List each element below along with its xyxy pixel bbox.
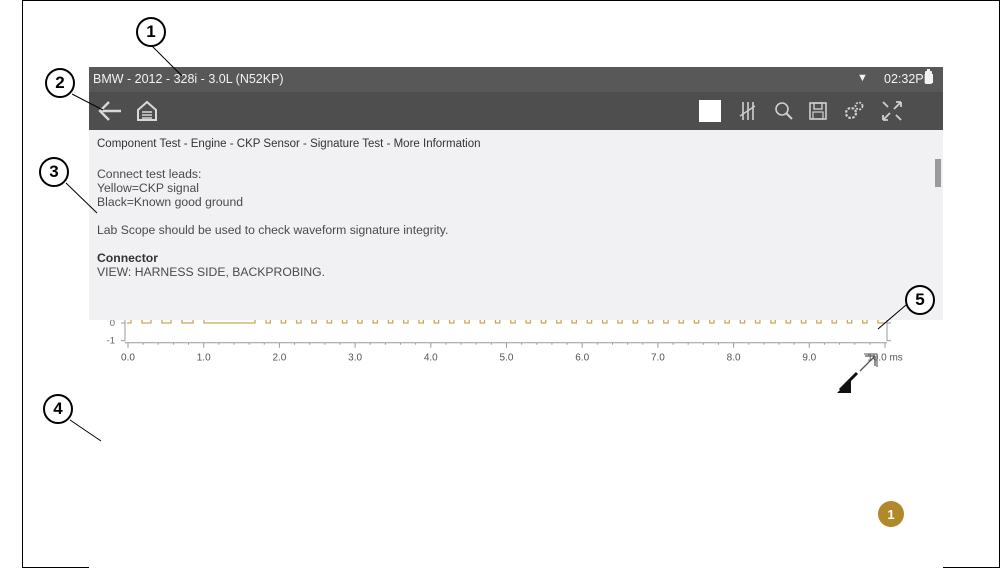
callout-1: 1 xyxy=(136,17,166,47)
vehicle-id: BMW - 2012 - 328i - 3.0L (N52KP) xyxy=(93,72,284,86)
breadcrumb: Component Test - Engine - CKP Sensor - S… xyxy=(97,138,481,150)
save-icon[interactable] xyxy=(805,92,831,130)
zoom-icon[interactable] xyxy=(771,92,797,130)
callout-2: 2 xyxy=(45,68,75,98)
info-line: Yellow=CKP signal xyxy=(97,181,199,195)
waveform-trace xyxy=(127,233,885,324)
scope-plot: -101234567890.01.02.03.04.05.06.07.08.09… xyxy=(107,159,903,393)
settings-icon[interactable] xyxy=(841,92,867,130)
more-information-panel: Connect test leads: Yellow=CKP signal Bl… xyxy=(97,167,448,279)
status-bar: BMW - 2012 - 328i - 3.0L (N52KP) ▼ 02:32… xyxy=(89,67,943,92)
callout-4: 4 xyxy=(43,394,73,424)
waveform-graph: -101234567890.01.02.03.04.05.06.07.08.09… xyxy=(89,159,943,569)
wifi-icon: ▼ xyxy=(857,72,868,84)
x-tick-label: 5.0 xyxy=(500,353,514,364)
x-tick-label: 3.0 xyxy=(348,353,362,364)
info-heading: Connector xyxy=(97,251,158,265)
y-tick-label: 0 xyxy=(110,320,115,329)
x-tick-label: 9.0 xyxy=(802,353,816,364)
fullscreen-icon[interactable] xyxy=(879,92,905,130)
back-arrow-icon[interactable] xyxy=(95,92,125,130)
battery-icon xyxy=(925,69,932,84)
x-tick-label: 0.0 xyxy=(121,353,135,364)
x-tick-label: 2.0 xyxy=(272,353,286,364)
x-tick-label: 8.0 xyxy=(727,353,741,364)
scrollbar-thumb[interactable] xyxy=(935,159,941,187)
toolbar xyxy=(89,92,943,130)
x-tick-label: 1.0 xyxy=(197,353,211,364)
info-line: Black=Known good ground xyxy=(97,195,244,209)
callout-5: 5 xyxy=(905,285,935,315)
x-tick-label: 7.0 xyxy=(651,353,665,364)
x-tick-label: 4.0 xyxy=(424,353,438,364)
info-line: Lab Scope should be used to check wavefo… xyxy=(97,223,449,237)
y-tick-label: -1 xyxy=(107,336,115,347)
info-line: VIEW: HARNESS SIDE, BACKPROBING. xyxy=(97,265,326,279)
callout-3: 3 xyxy=(39,157,69,187)
scan-tool-screen: BMW - 2012 - 328i - 3.0L (N52KP) ▼ 02:32… xyxy=(89,67,943,569)
stop-icon[interactable] xyxy=(697,92,723,130)
x-tick-label: 6.0 xyxy=(575,353,589,364)
expand-graph-icon[interactable] xyxy=(837,353,878,393)
channel-marker[interactable]: 1 xyxy=(878,501,904,527)
info-line: Connect test leads: xyxy=(97,167,202,181)
home-icon[interactable] xyxy=(133,92,161,130)
split-screen-icon[interactable] xyxy=(735,92,761,130)
